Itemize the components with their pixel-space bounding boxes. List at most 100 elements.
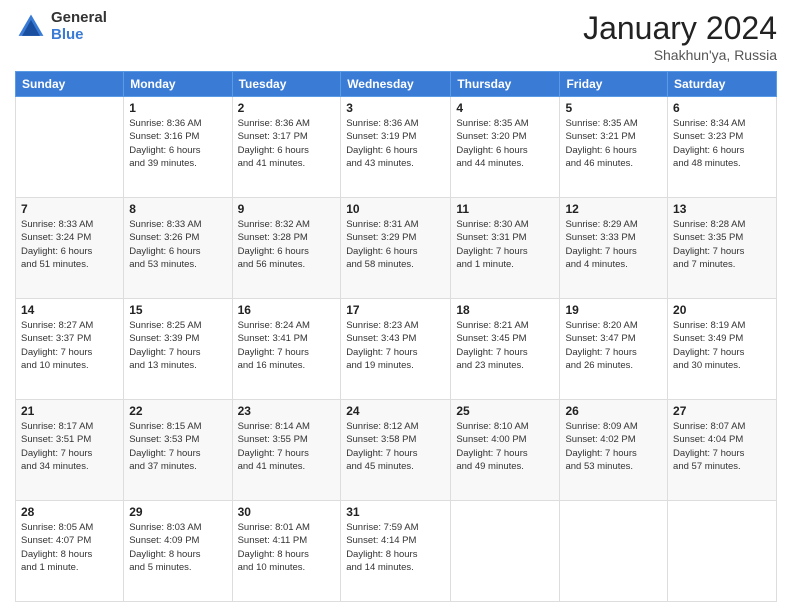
header-sunday: Sunday (16, 72, 124, 97)
page: General Blue January 2024 Shakhun'ya, Ru… (0, 0, 792, 612)
calendar-cell: 22 Sunrise: 8:15 AM Sunset: 3:53 PM Dayli… (124, 400, 232, 501)
week-row-2: 14 Sunrise: 8:27 AM Sunset: 3:37 PM Dayli… (16, 299, 777, 400)
day-info: Sunrise: 8:19 AM Sunset: 3:49 PM Dayligh… (673, 319, 771, 372)
calendar-cell: 7Sunrise: 8:33 AM Sunset: 3:24 PM Daylig… (16, 198, 124, 299)
day-number: 27 (673, 404, 771, 418)
day-number: 12 (565, 202, 662, 216)
day-info: Sunrise: 8:25 AM Sunset: 3:39 PM Dayligh… (129, 319, 226, 372)
calendar-cell: 1 Sunrise: 8:36 AM Sunset: 3:16 PM Daylig… (124, 97, 232, 198)
day-info: Sunrise: 8:07 AM Sunset: 4:04 PM Dayligh… (673, 420, 771, 473)
calendar-cell: 24 Sunrise: 8:12 AM Sunset: 3:58 PM Dayli… (341, 400, 451, 501)
calendar-cell: 14 Sunrise: 8:27 AM Sunset: 3:37 PM Dayli… (16, 299, 124, 400)
day-number: 5 (565, 101, 662, 115)
calendar-cell: 2 Sunrise: 8:36 AM Sunset: 3:17 PM Daylig… (232, 97, 341, 198)
day-number: 2 (238, 101, 336, 115)
header: General Blue January 2024 Shakhun'ya, Ru… (15, 10, 777, 63)
day-info: Sunrise: 8:36 AM Sunset: 3:17 PM Dayligh… (238, 117, 336, 170)
day-info: Sunrise: 8:12 AM Sunset: 3:58 PM Dayligh… (346, 420, 445, 473)
day-info: Sunrise: 8:32 AM Sunset: 3:28 PM Dayligh… (238, 218, 336, 271)
day-info: Sunrise: 8:35 AM Sunset: 3:21 PM Dayligh… (565, 117, 662, 170)
day-number: 22 (129, 404, 226, 418)
day-number: 24 (346, 404, 445, 418)
logo-general: General (51, 10, 107, 27)
day-info: Sunrise: 8:36 AM Sunset: 3:16 PM Dayligh… (129, 117, 226, 170)
day-number: 6 (673, 101, 771, 115)
week-row-1: 7Sunrise: 8:33 AM Sunset: 3:24 PM Daylig… (16, 198, 777, 299)
calendar-cell: 11 Sunrise: 8:30 AM Sunset: 3:31 PM Dayli… (451, 198, 560, 299)
day-info: Sunrise: 8:05 AM Sunset: 4:07 PM Dayligh… (21, 521, 118, 574)
day-info: Sunrise: 8:20 AM Sunset: 3:47 PM Dayligh… (565, 319, 662, 372)
day-number: 10 (346, 202, 445, 216)
header-row: SundayMondayTuesdayWednesdayThursdayFrid… (16, 72, 777, 97)
title-location: Shakhun'ya, Russia (583, 47, 777, 63)
day-number: 20 (673, 303, 771, 317)
day-number: 29 (129, 505, 226, 519)
day-info: Sunrise: 8:34 AM Sunset: 3:23 PM Dayligh… (673, 117, 771, 170)
calendar-cell: 16 Sunrise: 8:24 AM Sunset: 3:41 PM Dayli… (232, 299, 341, 400)
day-number: 31 (346, 505, 445, 519)
calendar-cell: 15 Sunrise: 8:25 AM Sunset: 3:39 PM Dayli… (124, 299, 232, 400)
calendar-cell: 4Sunrise: 8:35 AM Sunset: 3:20 PM Daylig… (451, 97, 560, 198)
day-info: Sunrise: 7:59 AM Sunset: 4:14 PM Dayligh… (346, 521, 445, 574)
calendar-cell (668, 501, 777, 602)
day-number: 1 (129, 101, 226, 115)
calendar-cell (560, 501, 668, 602)
day-number: 28 (21, 505, 118, 519)
day-info: Sunrise: 8:03 AM Sunset: 4:09 PM Dayligh… (129, 521, 226, 574)
logo-text: General Blue (51, 10, 107, 43)
day-number: 17 (346, 303, 445, 317)
calendar-cell (16, 97, 124, 198)
day-number: 18 (456, 303, 554, 317)
day-info: Sunrise: 8:09 AM Sunset: 4:02 PM Dayligh… (565, 420, 662, 473)
day-info: Sunrise: 8:10 AM Sunset: 4:00 PM Dayligh… (456, 420, 554, 473)
day-number: 8 (129, 202, 226, 216)
day-number: 3 (346, 101, 445, 115)
calendar-cell: 30 Sunrise: 8:01 AM Sunset: 4:11 PM Dayli… (232, 501, 341, 602)
calendar-cell: 26 Sunrise: 8:09 AM Sunset: 4:02 PM Dayli… (560, 400, 668, 501)
calendar-cell: 20 Sunrise: 8:19 AM Sunset: 3:49 PM Dayli… (668, 299, 777, 400)
calendar-cell: 6 Sunrise: 8:34 AM Sunset: 3:23 PM Daylig… (668, 97, 777, 198)
logo: General Blue (15, 10, 107, 43)
calendar-cell: 9 Sunrise: 8:32 AM Sunset: 3:28 PM Daylig… (232, 198, 341, 299)
day-info: Sunrise: 8:33 AM Sunset: 3:26 PM Dayligh… (129, 218, 226, 271)
calendar-cell: 27 Sunrise: 8:07 AM Sunset: 4:04 PM Dayli… (668, 400, 777, 501)
day-number: 15 (129, 303, 226, 317)
calendar-cell: 17 Sunrise: 8:23 AM Sunset: 3:43 PM Dayli… (341, 299, 451, 400)
header-tuesday: Tuesday (232, 72, 341, 97)
day-info: Sunrise: 8:27 AM Sunset: 3:37 PM Dayligh… (21, 319, 118, 372)
day-info: Sunrise: 8:30 AM Sunset: 3:31 PM Dayligh… (456, 218, 554, 271)
week-row-0: 1 Sunrise: 8:36 AM Sunset: 3:16 PM Daylig… (16, 97, 777, 198)
calendar-cell: 25Sunrise: 8:10 AM Sunset: 4:00 PM Dayli… (451, 400, 560, 501)
week-row-3: 21 Sunrise: 8:17 AM Sunset: 3:51 PM Dayli… (16, 400, 777, 501)
day-info: Sunrise: 8:24 AM Sunset: 3:41 PM Dayligh… (238, 319, 336, 372)
day-info: Sunrise: 8:01 AM Sunset: 4:11 PM Dayligh… (238, 521, 336, 574)
calendar-cell: 8 Sunrise: 8:33 AM Sunset: 3:26 PM Daylig… (124, 198, 232, 299)
day-number: 21 (21, 404, 118, 418)
day-info: Sunrise: 8:21 AM Sunset: 3:45 PM Dayligh… (456, 319, 554, 372)
day-number: 19 (565, 303, 662, 317)
day-number: 14 (21, 303, 118, 317)
week-row-4: 28 Sunrise: 8:05 AM Sunset: 4:07 PM Dayli… (16, 501, 777, 602)
day-number: 16 (238, 303, 336, 317)
day-number: 26 (565, 404, 662, 418)
day-number: 30 (238, 505, 336, 519)
calendar-cell: 18 Sunrise: 8:21 AM Sunset: 3:45 PM Dayli… (451, 299, 560, 400)
day-info: Sunrise: 8:15 AM Sunset: 3:53 PM Dayligh… (129, 420, 226, 473)
header-wednesday: Wednesday (341, 72, 451, 97)
day-info: Sunrise: 8:23 AM Sunset: 3:43 PM Dayligh… (346, 319, 445, 372)
calendar-cell: 3Sunrise: 8:36 AM Sunset: 3:19 PM Daylig… (341, 97, 451, 198)
day-number: 23 (238, 404, 336, 418)
calendar-cell: 28 Sunrise: 8:05 AM Sunset: 4:07 PM Dayli… (16, 501, 124, 602)
logo-blue: Blue (51, 27, 107, 44)
calendar-cell: 13Sunrise: 8:28 AM Sunset: 3:35 PM Dayli… (668, 198, 777, 299)
day-info: Sunrise: 8:28 AM Sunset: 3:35 PM Dayligh… (673, 218, 771, 271)
calendar-cell: 21 Sunrise: 8:17 AM Sunset: 3:51 PM Dayli… (16, 400, 124, 501)
day-info: Sunrise: 8:31 AM Sunset: 3:29 PM Dayligh… (346, 218, 445, 271)
day-number: 11 (456, 202, 554, 216)
day-info: Sunrise: 8:17 AM Sunset: 3:51 PM Dayligh… (21, 420, 118, 473)
day-number: 4 (456, 101, 554, 115)
day-number: 9 (238, 202, 336, 216)
header-saturday: Saturday (668, 72, 777, 97)
title-month: January 2024 (583, 10, 777, 47)
day-info: Sunrise: 8:33 AM Sunset: 3:24 PM Dayligh… (21, 218, 118, 271)
